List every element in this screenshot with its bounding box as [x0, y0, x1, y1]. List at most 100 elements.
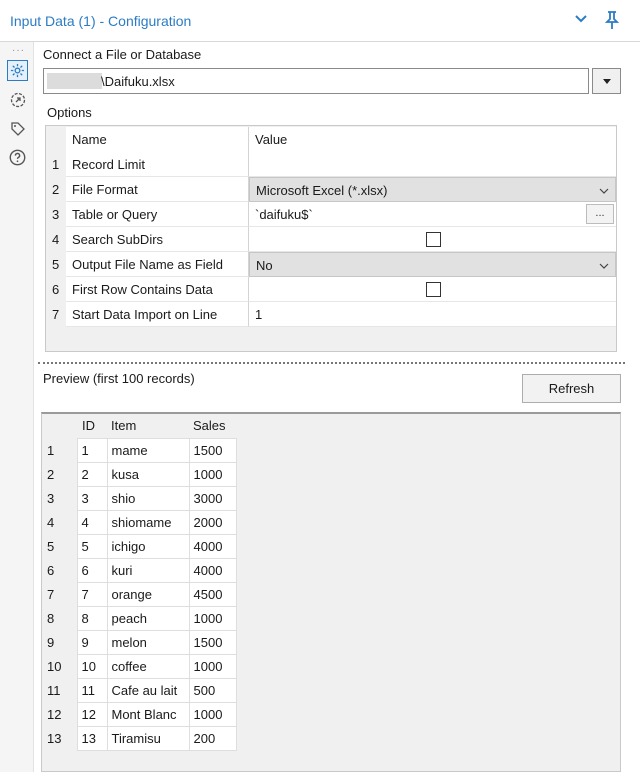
option-row-start-line: 7 Start Data Import on Line 1: [46, 302, 616, 327]
table-cell: melon: [106, 629, 190, 655]
help-icon[interactable]: [7, 147, 28, 168]
table-row: 8 8 peach 1000: [42, 605, 237, 631]
row-number: 11: [42, 678, 77, 702]
preview-table: ID Item Sales 1 1 mame 1500 2 2 kusa 1000 3 3 shio…: [42, 414, 237, 751]
pin-icon[interactable]: [603, 10, 621, 30]
table-row: 6 6 kuri 4000: [42, 557, 237, 583]
dropdown-arrow-icon: [602, 78, 611, 84]
options-grid: Name Value 1 Record Limit 2 File Format …: [45, 125, 617, 352]
table-cell: peach: [106, 605, 190, 631]
table-cell: kusa: [106, 461, 190, 487]
table-cell: 1500: [188, 629, 237, 655]
row-number: 9: [42, 630, 77, 654]
chevron-down-icon: [599, 188, 609, 194]
table-cell: 1000: [188, 605, 237, 631]
connect-label: Connect a File or Database: [43, 47, 202, 62]
preview-grid: ID Item Sales 1 1 mame 1500 2 2 kusa 1000 3 3 shio…: [41, 412, 621, 772]
table-cell: 2000: [188, 509, 237, 535]
refresh-button[interactable]: Refresh: [522, 374, 621, 403]
table-cell: 3000: [188, 485, 237, 511]
table-query-value: `daifuku$`: [255, 207, 313, 222]
table-cell: ichigo: [106, 533, 190, 559]
row-number: 1: [42, 438, 77, 462]
table-cell: 1000: [188, 653, 237, 679]
output-filename-select[interactable]: No: [249, 252, 616, 277]
table-query-input[interactable]: `daifuku$` ...: [249, 202, 616, 227]
table-cell: Mont Blanc: [106, 701, 190, 727]
gear-icon[interactable]: [7, 60, 28, 81]
chevron-down-icon: [599, 263, 609, 269]
row-number: 13: [42, 726, 77, 750]
start-line-input[interactable]: 1: [249, 302, 616, 327]
table-cell: 500: [188, 677, 237, 703]
preview-label: Preview (first 100 records): [43, 371, 195, 386]
table-row: 9 9 melon 1500: [42, 629, 237, 655]
table-cell: 6: [76, 557, 108, 583]
column-header[interactable]: Item: [107, 414, 189, 438]
table-row: 5 5 ichigo 4000: [42, 533, 237, 559]
search-subdirs-checkbox[interactable]: [426, 232, 441, 247]
tag-icon[interactable]: [7, 118, 28, 139]
column-header[interactable]: Sales: [189, 414, 236, 438]
option-row-record-limit: 1 Record Limit: [46, 152, 616, 177]
table-cell: Tiramisu: [106, 725, 190, 751]
table-cell: coffee: [106, 653, 190, 679]
table-cell: 4000: [188, 533, 237, 559]
table-row: 13 13 Tiramisu 200: [42, 725, 237, 751]
browse-button[interactable]: ...: [586, 204, 614, 224]
options-label: Options: [47, 105, 92, 120]
output-filename-value: No: [256, 258, 273, 273]
table-cell: 1000: [188, 701, 237, 727]
table-cell: 1500: [188, 437, 237, 463]
table-row: 10 10 coffee 1000: [42, 653, 237, 679]
table-cell: shiomame: [106, 509, 190, 535]
table-row: 1 1 mame 1500: [42, 437, 237, 463]
row-number: 2: [42, 462, 77, 486]
table-cell: 1: [76, 437, 108, 463]
table-cell: 1000: [188, 461, 237, 487]
option-row-search-subdirs: 4 Search SubDirs: [46, 227, 616, 252]
first-row-data-checkbox[interactable]: [426, 282, 441, 297]
record-limit-input[interactable]: [249, 152, 616, 177]
table-cell: orange: [106, 581, 190, 607]
option-row-output-filename: 5 Output File Name as Field No: [46, 252, 616, 277]
row-number: 4: [42, 510, 77, 534]
file-format-value: Microsoft Excel (*.xlsx): [256, 183, 388, 198]
preview-header-row: ID Item Sales: [42, 414, 236, 438]
target-icon[interactable]: [7, 89, 28, 110]
file-name: \Daifuku.xlsx: [101, 74, 175, 89]
column-header[interactable]: ID: [77, 414, 107, 438]
table-cell: 2: [76, 461, 108, 487]
table-cell: 7: [76, 581, 108, 607]
table-row: 3 3 shio 3000: [42, 485, 237, 511]
table-cell: kuri: [106, 557, 190, 583]
option-row-table-query: 3 Table or Query `daifuku$` ...: [46, 202, 616, 227]
file-path-field[interactable]: \Daifuku.xlsx: [43, 68, 589, 94]
row-number: 8: [42, 606, 77, 630]
row-number: 12: [42, 702, 77, 726]
file-dropdown-button[interactable]: [592, 68, 621, 94]
row-number: 10: [42, 654, 77, 678]
window-title: Input Data (1) - Configuration: [10, 13, 192, 29]
table-cell: 10: [76, 653, 108, 679]
table-cell: 13: [76, 725, 108, 751]
title-bar: Input Data (1) - Configuration: [0, 0, 640, 42]
file-format-select[interactable]: Microsoft Excel (*.xlsx): [249, 177, 616, 202]
options-header-row: Name Value: [46, 127, 616, 152]
table-row: 7 7 orange 4500: [42, 581, 237, 607]
side-rail: ···: [0, 42, 34, 772]
more-icon[interactable]: ···: [12, 45, 25, 56]
redacted-path: [47, 73, 102, 89]
panel-splitter[interactable]: [38, 362, 625, 366]
table-row: 12 12 Mont Blanc 1000: [42, 701, 237, 727]
table-cell: mame: [106, 437, 190, 463]
table-cell: 9: [76, 629, 108, 655]
header-name: Name: [66, 127, 249, 152]
row-number: 5: [42, 534, 77, 558]
table-cell: 12: [76, 701, 108, 727]
table-row: 4 4 shiomame 2000: [42, 509, 237, 535]
chevron-down-icon[interactable]: [573, 11, 589, 27]
table-cell: 4500: [188, 581, 237, 607]
table-row: 11 11 Cafe au lait 500: [42, 677, 237, 703]
row-number: 3: [42, 486, 77, 510]
